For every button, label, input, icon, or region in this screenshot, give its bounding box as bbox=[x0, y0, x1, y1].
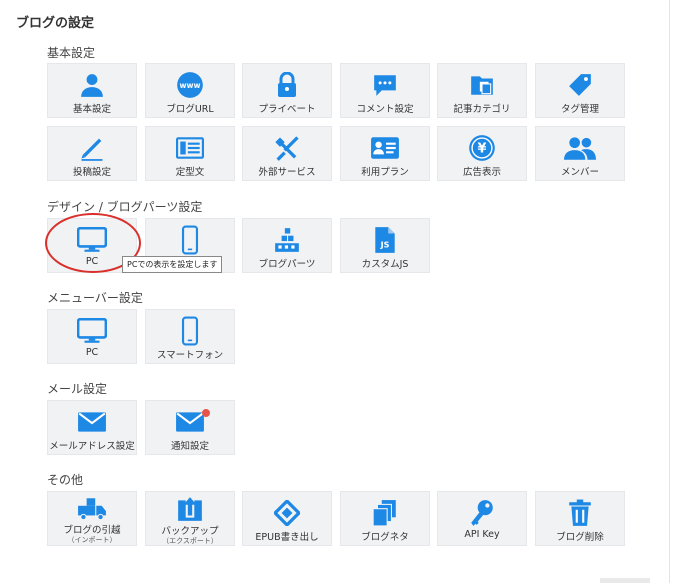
tile-backup[interactable]: バックアップ （エクスポート） bbox=[145, 491, 235, 546]
tile-label: コメント設定 bbox=[356, 104, 414, 115]
tile-mail-address[interactable]: メールアドレス設定 bbox=[47, 400, 137, 455]
tile-label: スマートフォン bbox=[156, 350, 224, 361]
tile-menubar-pc[interactable]: PC bbox=[47, 309, 137, 364]
tile-blog-parts[interactable]: ブログパーツ bbox=[242, 218, 332, 273]
tile-label: バックアップ bbox=[161, 526, 219, 537]
id-card-icon bbox=[368, 133, 402, 163]
section-title-menubar: メニューバー設定 bbox=[47, 291, 143, 305]
key-icon bbox=[465, 498, 499, 528]
settings-panel: ブログの設定 基本設定 基本設定 www ブログURL プライベート コメント設… bbox=[0, 0, 670, 583]
tile-label: 記事カテゴリ bbox=[453, 104, 511, 115]
tile-custom-js[interactable]: JS カスタムJS bbox=[340, 218, 430, 273]
members-icon bbox=[563, 133, 597, 163]
tile-external-services[interactable]: 外部サービス bbox=[242, 126, 332, 181]
tile-blog-neta[interactable]: ブログネタ bbox=[340, 491, 430, 546]
tile-label: PC bbox=[85, 256, 99, 267]
tile-blog-url[interactable]: www ブログURL bbox=[145, 63, 235, 118]
tile-blog-import[interactable]: ブログの引越 （インポート） bbox=[47, 491, 137, 546]
tile-label: ブログネタ bbox=[361, 532, 409, 543]
section-title-mail: メール設定 bbox=[47, 382, 108, 396]
tile-label: ブログパーツ bbox=[258, 259, 316, 270]
folder-icon bbox=[465, 70, 499, 100]
tile-article-category[interactable]: 記事カテゴリ bbox=[437, 63, 527, 118]
page-title: ブログの設定 bbox=[16, 16, 95, 31]
upload-box-icon bbox=[173, 496, 207, 522]
smartphone-icon bbox=[173, 225, 207, 255]
tooltip: PCでの表示を設定します bbox=[122, 256, 223, 273]
tile-label: プライベート bbox=[258, 104, 316, 115]
lock-icon bbox=[270, 70, 304, 100]
svg-text:¥: ¥ bbox=[478, 142, 487, 157]
tile-sublabel: （エクスポート） bbox=[162, 537, 218, 545]
tile-label: カスタムJS bbox=[361, 259, 409, 270]
blocks-icon bbox=[270, 225, 304, 255]
tile-delete-blog[interactable]: ブログ削除 bbox=[535, 491, 625, 546]
trash-icon bbox=[563, 498, 597, 528]
tile-usage-plan[interactable]: 利用プラン bbox=[340, 126, 430, 181]
truck-icon bbox=[75, 496, 109, 521]
user-icon bbox=[75, 70, 109, 100]
tools-icon bbox=[270, 133, 304, 163]
tile-label: 通知設定 bbox=[170, 441, 209, 452]
tile-label: メールアドレス設定 bbox=[49, 441, 135, 452]
tile-label: タグ管理 bbox=[560, 104, 599, 115]
www-icon: www bbox=[173, 70, 207, 100]
epub-icon bbox=[270, 498, 304, 528]
scroll-hint bbox=[600, 578, 650, 583]
section-title-design: デザイン / ブログパーツ設定 bbox=[47, 200, 203, 214]
tile-menubar-smartphone[interactable]: スマートフォン bbox=[145, 309, 235, 364]
template-icon bbox=[173, 133, 207, 163]
tile-label: 基本設定 bbox=[72, 104, 111, 115]
tile-label: PC bbox=[85, 347, 99, 358]
svg-text:JS: JS bbox=[380, 241, 390, 250]
tile-ad-display[interactable]: ¥ 広告表示 bbox=[437, 126, 527, 181]
tile-label: メンバー bbox=[560, 167, 599, 178]
tile-notification-settings[interactable]: 通知設定 bbox=[145, 400, 235, 455]
tile-epub-export[interactable]: EPUB書き出し bbox=[242, 491, 332, 546]
tile-fixed-phrases[interactable]: 定型文 bbox=[145, 126, 235, 181]
monitor-icon bbox=[75, 316, 109, 346]
tag-icon bbox=[563, 70, 597, 100]
tile-post-settings[interactable]: 投稿設定 bbox=[47, 126, 137, 181]
pencil-icon bbox=[75, 133, 109, 163]
section-title-basic: 基本設定 bbox=[47, 46, 96, 60]
section-title-other: その他 bbox=[47, 473, 84, 487]
tile-comment-settings[interactable]: コメント設定 bbox=[340, 63, 430, 118]
tile-label: API Key bbox=[464, 529, 500, 540]
tile-label: EPUB書き出し bbox=[255, 532, 319, 543]
tile-label: 定型文 bbox=[175, 167, 205, 178]
smartphone-icon bbox=[173, 316, 207, 346]
js-file-icon: JS bbox=[368, 225, 402, 255]
tile-members[interactable]: メンバー bbox=[535, 126, 625, 181]
tile-private[interactable]: プライベート bbox=[242, 63, 332, 118]
tile-label: ブログURL bbox=[166, 104, 214, 115]
tile-api-key[interactable]: API Key bbox=[437, 491, 527, 546]
tile-tag-management[interactable]: タグ管理 bbox=[535, 63, 625, 118]
tile-label: ブログの引越 bbox=[63, 525, 121, 536]
notification-dot bbox=[202, 409, 210, 417]
yen-icon: ¥ bbox=[465, 133, 499, 163]
monitor-icon bbox=[75, 225, 109, 255]
mail-icon bbox=[75, 407, 109, 437]
tile-label: 投稿設定 bbox=[72, 167, 111, 178]
tile-basic-settings[interactable]: 基本設定 bbox=[47, 63, 137, 118]
comment-icon bbox=[368, 70, 402, 100]
documents-icon bbox=[368, 498, 402, 528]
tile-label: 広告表示 bbox=[462, 167, 501, 178]
tile-label: ブログ削除 bbox=[556, 532, 604, 543]
tile-sublabel: （インポート） bbox=[67, 536, 117, 544]
tile-label: 外部サービス bbox=[258, 167, 316, 178]
tile-label: 利用プラン bbox=[361, 167, 409, 178]
svg-text:www: www bbox=[179, 81, 200, 90]
